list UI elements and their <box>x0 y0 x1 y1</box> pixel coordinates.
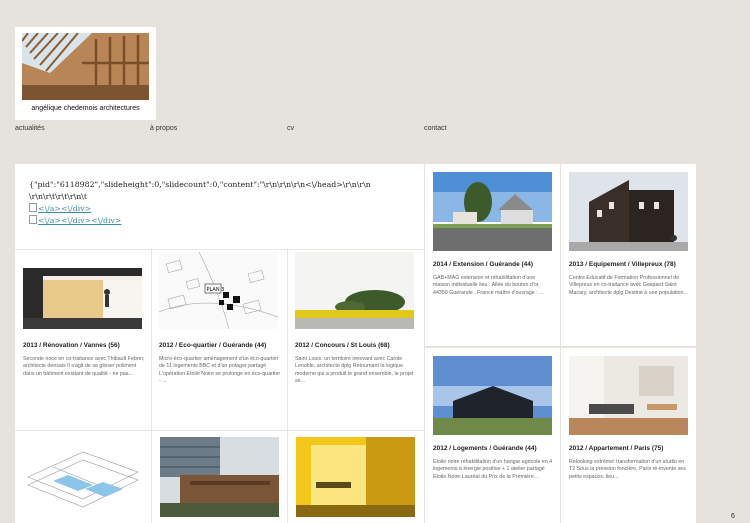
broken-link-label: <\/a><\/div><\/div> <box>38 216 122 225</box>
corner-icon: 6 <box>731 513 735 520</box>
project-card[interactable]: 2012 / Logements / Guérande (44) Etoile … <box>425 348 560 523</box>
project-title[interactable]: 2012 / Concours / St Louis (68) <box>295 342 390 349</box>
broken-link-1[interactable]: <\/a><\/div> <box>29 203 409 215</box>
broken-image-icon <box>29 203 37 212</box>
project-thumb <box>23 268 142 329</box>
project-thumb: PLAN 3 <box>159 252 278 329</box>
project-desc: Seconde noce en co-traitance avec Thibau… <box>23 356 145 377</box>
site-logo[interactable]: angélique chedemois architectures <box>15 27 156 120</box>
project-title[interactable]: 2012 / Logements / Guérande (44) <box>433 445 537 452</box>
project-thumb <box>433 172 552 251</box>
project-card[interactable]: 2013 / Equipement / Villepreux (78) Cent… <box>561 164 696 346</box>
project-desc: Etoile noire réhabilitation d'un hangar … <box>433 459 553 480</box>
project-thumb[interactable] <box>23 437 142 517</box>
row-divider <box>15 430 424 431</box>
project-title[interactable]: 2012 / Eco-quartier / Guérande (44) <box>159 342 266 349</box>
nav-cv[interactable]: cv <box>287 125 294 132</box>
logo-text: angélique chedemois architectures <box>31 105 140 112</box>
plan-label: PLAN 3 <box>207 287 225 293</box>
project-card[interactable]: 2012 / Appartement / Paris (75) Relookin… <box>561 348 696 523</box>
broken-link-2[interactable]: <\/a><\/div><\/div> <box>29 215 409 227</box>
project-card[interactable]: 2012 / Concours / St Louis (68) Saint Lo… <box>288 250 423 430</box>
broken-image-icon <box>29 215 37 224</box>
project-thumb <box>569 356 688 435</box>
project-title[interactable]: 2013 / Rénovation / Vannes (56) <box>23 342 120 349</box>
project-thumb[interactable] <box>296 437 415 517</box>
nav-actualites[interactable]: actualités <box>15 125 45 132</box>
project-desc: Micro-éco-quartier aménagement d'un éco-… <box>159 356 281 385</box>
nav-contact[interactable]: contact <box>424 125 447 132</box>
project-thumb <box>433 356 552 435</box>
project-desc: Centre Educatif de Formation Professionn… <box>569 275 688 296</box>
project-desc: Relooking extrême! transformation d'un s… <box>569 459 686 480</box>
project-thumb[interactable] <box>160 437 279 517</box>
project-thumb <box>569 172 688 251</box>
broken-link-label: <\/a><\/div> <box>38 204 92 213</box>
project-card[interactable]: 2014 / Extension / Guérande (44) GAB+MAG… <box>425 164 560 346</box>
project-desc: Saint Louis: un territoire innovant avec… <box>295 356 414 385</box>
project-title[interactable]: 2013 / Equipement / Villepreux (78) <box>569 261 676 268</box>
error-output: {"pid":"6118982","slideheight":0,"slidec… <box>29 179 409 227</box>
project-desc: GAB+MAG extension et réhabilitation d'un… <box>433 275 544 296</box>
logo-photo <box>22 33 149 100</box>
nav-a-propos[interactable]: à propos <box>150 125 177 132</box>
error-text: {"pid":"6118982","slideheight":0,"slidec… <box>29 180 371 201</box>
project-title[interactable]: 2012 / Appartement / Paris (75) <box>569 445 663 452</box>
project-title[interactable]: 2014 / Extension / Guérande (44) <box>433 261 533 268</box>
project-card[interactable]: PLAN 3 2012 / Eco-quartier / Guérande (4… <box>152 250 287 430</box>
project-card[interactable]: 2013 / Rénovation / Vannes (56) Seconde … <box>16 250 151 430</box>
project-thumb <box>295 252 414 329</box>
